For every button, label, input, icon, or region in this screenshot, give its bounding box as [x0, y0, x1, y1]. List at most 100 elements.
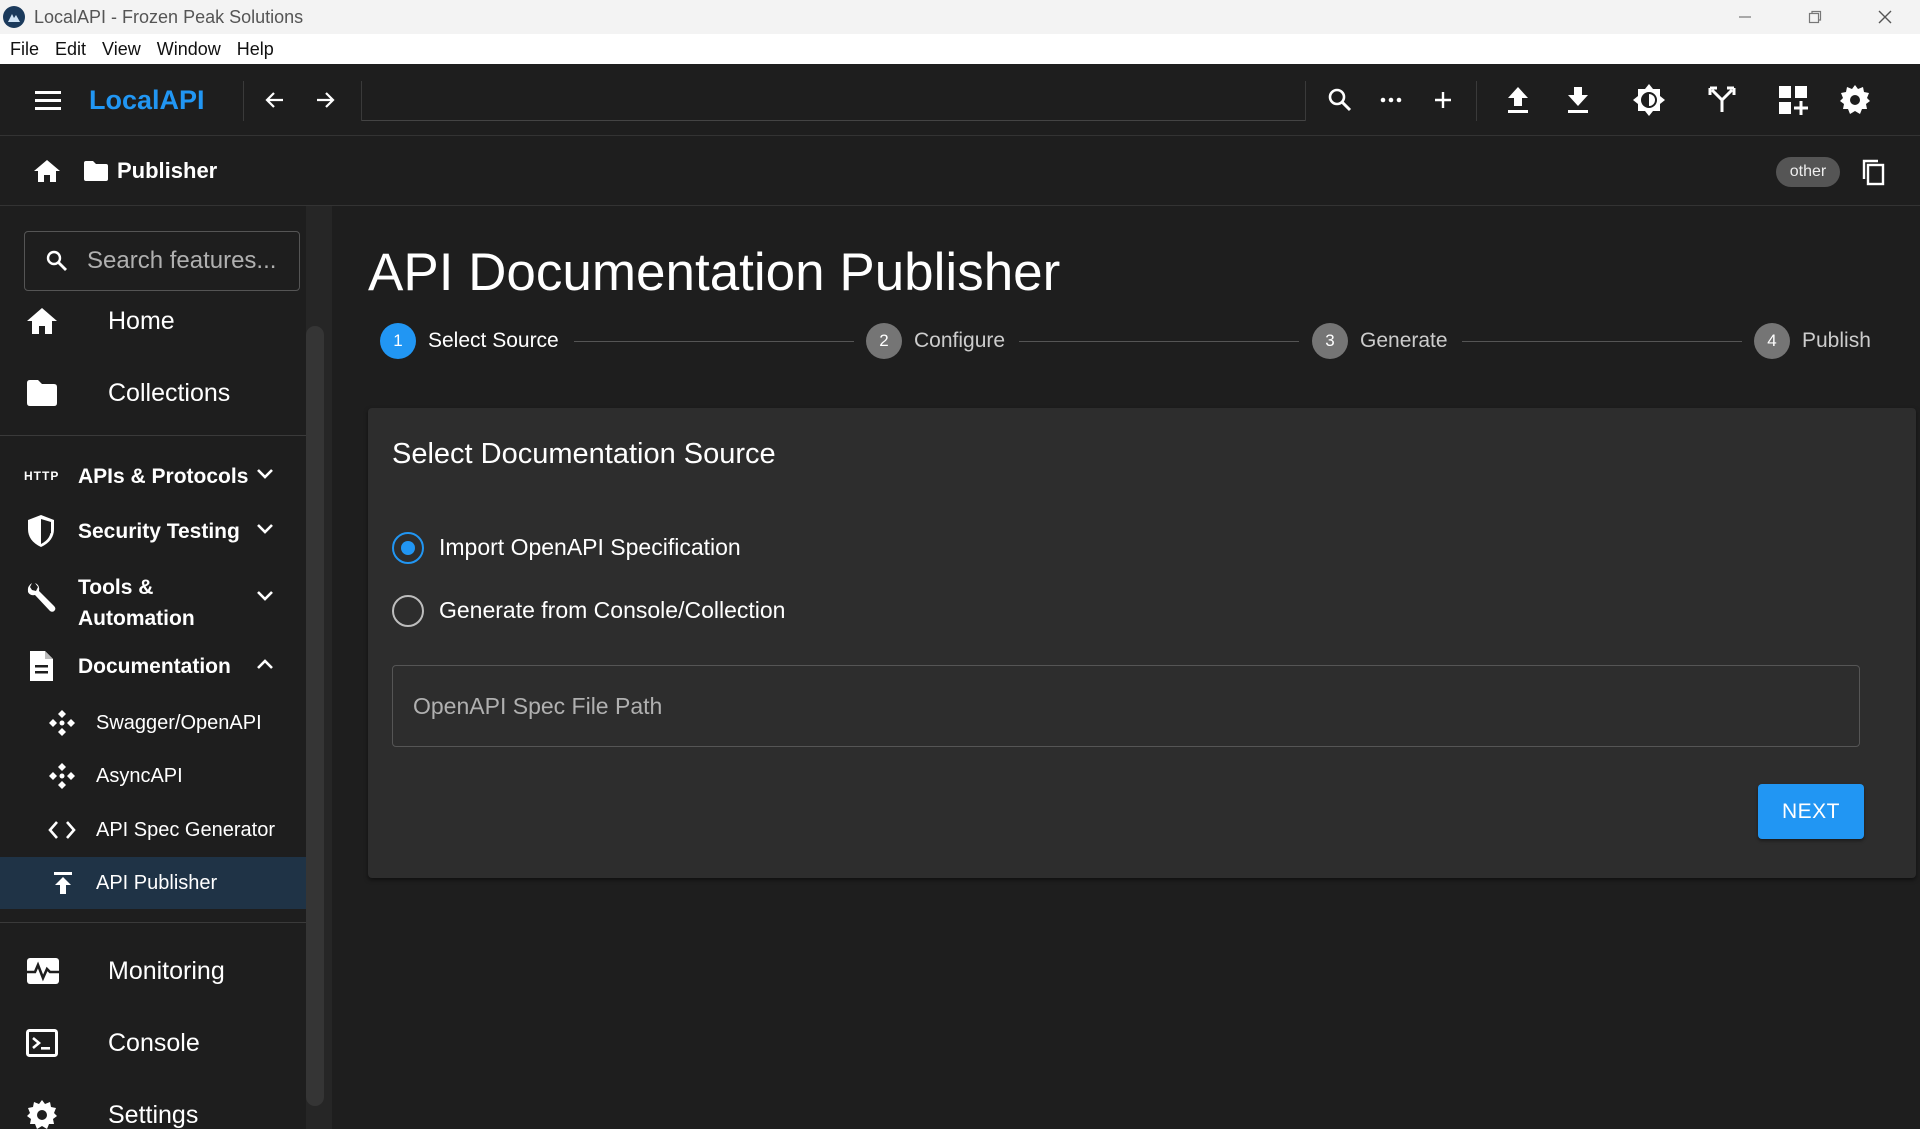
step-connector: [1462, 341, 1742, 342]
settings-icon: [26, 1099, 58, 1129]
app-logo[interactable]: LocalAPI: [89, 64, 205, 136]
sidebar-item-collections[interactable]: Collections: [0, 368, 306, 418]
add-icon[interactable]: [1428, 64, 1458, 136]
wrench-icon: [24, 581, 58, 615]
step-2-circle: 2: [866, 323, 902, 359]
sidebar-item-settings[interactable]: Settings: [0, 1090, 306, 1129]
menu-help[interactable]: Help: [237, 39, 274, 60]
stepper: 1 Select Source 2 Configure 3 Generate 4…: [332, 316, 1920, 366]
step-4-circle: 4: [1754, 323, 1790, 359]
sidebar-item-label: APIs & Protocols: [78, 464, 249, 488]
home-icon: [26, 306, 58, 336]
sidebar-item-security-testing[interactable]: Security Testing: [0, 510, 306, 552]
main-content: API Documentation Publisher 1 Select Sou…: [332, 206, 1920, 1129]
search-input[interactable]: [87, 232, 297, 290]
search-icon[interactable]: [1325, 64, 1355, 136]
shield-icon: [26, 514, 56, 548]
app-logo-icon: [3, 6, 25, 28]
address-bar[interactable]: [362, 81, 1305, 121]
radio-generate-from-console[interactable]: [392, 595, 424, 627]
menu-icon[interactable]: [30, 64, 66, 136]
step-1-circle: 1: [380, 323, 416, 359]
copy-icon[interactable]: [1860, 158, 1886, 191]
openapi-spec-path-input[interactable]: [413, 666, 1833, 746]
status-chip: other: [1776, 157, 1840, 187]
sidebar-item-api-spec-generator[interactable]: API Spec Generator: [0, 810, 306, 850]
download-icon[interactable]: [1562, 64, 1594, 136]
api-icon: [48, 762, 76, 790]
menu-bar: File Edit View Window Help: [0, 34, 1920, 64]
step-3-circle: 3: [1312, 323, 1348, 359]
sidebar-search[interactable]: [24, 231, 300, 291]
publish-icon: [52, 871, 74, 895]
step-2-label: Configure: [914, 329, 1006, 352]
chevron-down-icon: [256, 522, 274, 540]
home-icon[interactable]: [33, 158, 61, 189]
sidebar-item-console[interactable]: Console: [0, 1018, 306, 1068]
menu-window[interactable]: Window: [157, 39, 221, 60]
source-card: Select Documentation Source Import OpenA…: [368, 408, 1916, 878]
theme-icon[interactable]: [1632, 64, 1666, 136]
sidebar-item-label: Home: [108, 306, 175, 335]
sidebar-item-label: API Spec Generator: [96, 818, 275, 841]
sidebar-item-home[interactable]: Home: [0, 296, 306, 346]
sidebar-item-label: Collections: [108, 378, 231, 407]
sidebar-scrollbar-thumb[interactable]: [306, 326, 324, 1106]
document-icon: [28, 650, 54, 682]
step-connector: [574, 341, 854, 342]
sidebar-item-apis-protocols[interactable]: HTTP APIs & Protocols: [0, 456, 306, 496]
menu-file[interactable]: File: [10, 39, 39, 60]
chevron-up-icon: [256, 657, 274, 675]
menu-edit[interactable]: Edit: [55, 39, 86, 60]
sidebar-item-tools-automation[interactable]: Tools & Automation: [0, 566, 306, 630]
code-icon: [48, 819, 76, 841]
title-bar: LocalAPI - Frozen Peak Solutions: [0, 0, 1920, 34]
sidebar-item-monitoring[interactable]: Monitoring: [0, 946, 306, 996]
step-connector: [1019, 341, 1299, 342]
sidebar-item-api-publisher[interactable]: API Publisher: [0, 857, 306, 909]
sidebar-item-label: Settings: [108, 1100, 199, 1129]
window-title: LocalAPI - Frozen Peak Solutions: [34, 6, 304, 27]
terminal-icon: [26, 1029, 58, 1057]
sidebar-item-label: API Publisher: [96, 871, 218, 894]
sidebar-item-asyncapi[interactable]: AsyncAPI: [0, 756, 306, 796]
http-icon: HTTP: [24, 469, 60, 483]
sidebar-item-label: Tools &: [78, 576, 154, 599]
api-icon: [48, 709, 76, 737]
radio-import-openapi[interactable]: [392, 532, 424, 564]
sidebar-item-documentation[interactable]: Documentation: [0, 646, 306, 686]
sidebar-item-label: Console: [108, 1028, 200, 1057]
radio-import-openapi-label[interactable]: Import OpenAPI Specification: [439, 534, 741, 561]
page-title: API Documentation Publisher: [368, 243, 1061, 302]
step-1-label: Select Source: [428, 329, 559, 352]
restore-icon[interactable]: [1780, 0, 1850, 34]
close-icon[interactable]: [1850, 0, 1920, 34]
toolbar: LocalAPI: [0, 64, 1920, 136]
radio-generate-from-console-label[interactable]: Generate from Console/Collection: [439, 597, 785, 624]
sidebar-item-label: Documentation: [78, 654, 231, 678]
sidebar: Home Collections HTTP APIs & Protocols S…: [0, 206, 306, 1129]
sidebar-item-label: AsyncAPI: [96, 764, 183, 787]
settings-icon[interactable]: [1838, 64, 1872, 136]
minimize-icon[interactable]: [1710, 0, 1780, 34]
fork-icon[interactable]: [1706, 64, 1738, 136]
search-icon: [45, 249, 69, 278]
more-icon[interactable]: [1376, 64, 1406, 136]
back-arrow-icon[interactable]: [260, 64, 290, 136]
sidebar-item-label: Monitoring: [108, 956, 225, 985]
menu-view[interactable]: View: [102, 39, 141, 60]
chevron-down-icon: [256, 589, 274, 607]
forward-arrow-icon[interactable]: [310, 64, 340, 136]
next-button[interactable]: NEXT: [1758, 784, 1864, 839]
breadcrumb: Publisher: [0, 136, 1920, 206]
sidebar-item-label-line2: Automation: [78, 607, 195, 630]
folder-icon: [83, 160, 109, 187]
step-3-label: Generate: [1360, 329, 1448, 352]
card-title: Select Documentation Source: [392, 438, 776, 470]
upload-icon[interactable]: [1502, 64, 1534, 136]
breadcrumb-label[interactable]: Publisher: [117, 136, 217, 206]
add-widget-icon[interactable]: [1776, 64, 1810, 136]
sidebar-item-label: Swagger/OpenAPI: [96, 711, 262, 734]
openapi-spec-path-field[interactable]: [392, 665, 1860, 747]
sidebar-item-swagger-openapi[interactable]: Swagger/OpenAPI: [0, 703, 306, 743]
